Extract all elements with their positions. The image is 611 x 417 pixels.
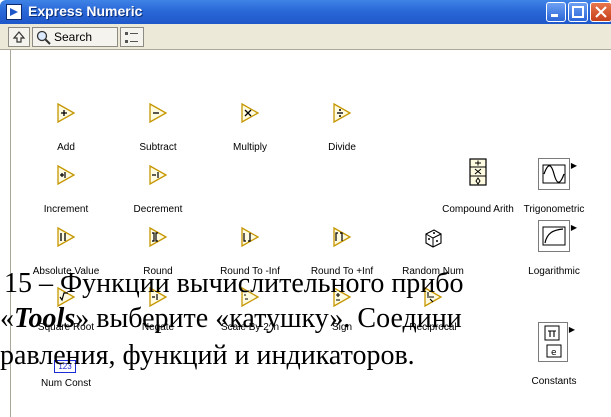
- minimize-button[interactable]: [546, 2, 566, 22]
- list-view-icon: [125, 32, 138, 43]
- window-title: Express Numeric: [28, 3, 143, 19]
- multiply-icon: [241, 102, 260, 124]
- overlay-line-2-tools: Tools: [14, 303, 76, 334]
- search-icon: [36, 30, 51, 45]
- decrement-item[interactable]: Decrement: [103, 164, 213, 216]
- view-options-button[interactable]: [120, 27, 144, 47]
- toolbar: Search: [0, 24, 611, 50]
- dice-icon: [425, 229, 442, 248]
- num-const-label: Num Const: [40, 378, 91, 389]
- search-button[interactable]: Search: [32, 27, 118, 47]
- overlay-line-1: 15 – Функции вычислительного прибо: [4, 268, 464, 299]
- decrement-icon: [149, 164, 168, 186]
- palette-icon: [6, 4, 22, 20]
- submenu-arrow-icon: ▶: [568, 325, 575, 334]
- logarithmic-subpalette: ▶: [538, 220, 577, 252]
- overlay-line-2-prefix: «: [0, 303, 14, 334]
- trigonometric-label: Trigonometric: [523, 204, 585, 215]
- submenu-arrow-icon: ▶: [570, 223, 577, 232]
- close-button[interactable]: [590, 2, 611, 22]
- overlay-line-3: равления, функций и индикаторов.: [0, 340, 415, 371]
- subtract-icon: [149, 102, 168, 124]
- add-icon: [57, 102, 76, 124]
- submenu-arrow-icon: ▶: [570, 161, 577, 170]
- trigonometric-subpalette: ▶: [538, 158, 577, 190]
- round-to-pos-inf-icon: [333, 226, 352, 248]
- increment-icon: [57, 164, 76, 186]
- trigonometric-item[interactable]: ▶ Trigonometric: [499, 158, 609, 216]
- constants-item[interactable]: e ▶ Constants: [499, 322, 609, 392]
- maximize-button[interactable]: [568, 2, 588, 22]
- constants-label: Constants: [531, 376, 577, 387]
- round-icon: [149, 226, 168, 248]
- decrement-label: Decrement: [133, 204, 183, 215]
- title-bar[interactable]: Express Numeric: [0, 0, 611, 24]
- constants-icon: e: [544, 325, 562, 358]
- logarithmic-label: Logarithmic: [528, 266, 580, 277]
- absolute-value-icon: [57, 226, 76, 248]
- round-to-neg-inf-icon: [241, 226, 260, 248]
- divide-label: Divide: [328, 142, 356, 153]
- log-curve-icon: [542, 226, 566, 246]
- svg-text:e: e: [551, 348, 557, 358]
- overlay-line-2: «Tools» выберите «катушку». Соедини: [0, 305, 462, 333]
- constants-subpalette: e ▶: [538, 322, 575, 362]
- divide-item[interactable]: Divide: [287, 102, 397, 154]
- search-label: Search: [54, 30, 93, 44]
- express-numeric-window: Express Numeric Search Add Subtract Mult…: [0, 0, 611, 417]
- compound-arith-icon: [469, 158, 487, 186]
- divide-icon: [333, 102, 352, 124]
- logarithmic-item[interactable]: ▶ Logarithmic: [499, 220, 609, 277]
- up-arrow-icon: [12, 31, 26, 43]
- overlay-line-2-suffix: » выберите «катушку». Соедини: [75, 303, 462, 334]
- up-button[interactable]: [8, 27, 30, 47]
- sine-wave-icon: [542, 164, 566, 184]
